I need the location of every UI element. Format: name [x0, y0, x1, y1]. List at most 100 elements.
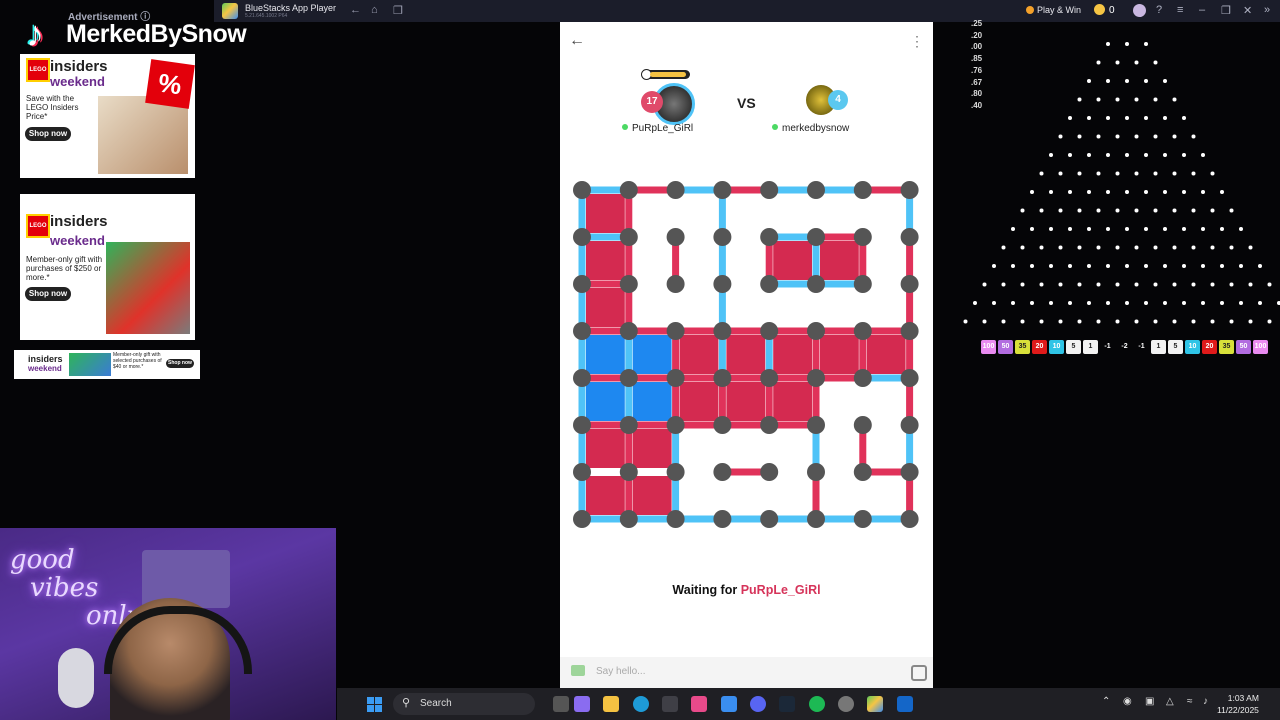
board-dot	[713, 369, 732, 387]
plinko-peg	[1172, 319, 1177, 324]
board-dot	[573, 275, 591, 293]
plinko-peg	[1163, 116, 1167, 120]
chat-input[interactable]: Say hello...	[596, 666, 645, 677]
store-icon[interactable]	[662, 696, 678, 712]
app-icon[interactable]	[721, 696, 737, 712]
board-dot	[807, 228, 825, 246]
help-icon[interactable]: ?	[1156, 4, 1162, 16]
dots-and-boxes-board[interactable]	[560, 172, 933, 552]
bluestacks-taskbar-icon[interactable]	[867, 696, 883, 712]
menu-icon[interactable]: ≡	[1177, 4, 1183, 16]
plinko-peg	[1229, 282, 1234, 287]
edge-browser-icon[interactable]	[633, 696, 649, 712]
board-dot	[666, 463, 685, 481]
spotify-icon[interactable]	[809, 696, 825, 712]
wifi-icon[interactable]: ≈	[1187, 696, 1193, 707]
board-dot	[573, 369, 591, 387]
play-win-label: Play & Win	[1037, 5, 1082, 15]
lego-ad-2[interactable]: LEGO insiders weekend Member-only gift w…	[20, 194, 195, 340]
task-view-icon[interactable]	[553, 696, 569, 712]
copilot-icon[interactable]	[574, 696, 590, 712]
plinko-peg	[1068, 227, 1072, 231]
plinko-peg	[1087, 79, 1091, 83]
shop-now-button[interactable]: Shop now	[166, 359, 194, 368]
recent-apps-icon[interactable]: ❐	[393, 4, 403, 17]
windows-start-icon[interactable]	[367, 697, 382, 712]
sticker-icon[interactable]	[911, 665, 927, 681]
expand-icon[interactable]: »	[1264, 4, 1270, 16]
plinko-peg	[992, 301, 996, 305]
plinko-peg	[1106, 227, 1110, 231]
minimize-icon[interactable]: –	[1199, 4, 1205, 16]
plinko-peg	[1182, 227, 1186, 231]
plinko-peg	[1153, 319, 1158, 324]
plinko-peg	[1087, 116, 1091, 120]
tray-icon[interactable]: ▣	[1145, 696, 1154, 707]
lego-ad-1[interactable]: LEGO insiders weekend Save with the LEGO…	[20, 54, 195, 178]
claimed-box	[773, 335, 812, 374]
player2-name: merkedbysnow	[772, 123, 849, 134]
plinko-peg	[1134, 282, 1139, 287]
obs-icon[interactable]	[838, 696, 854, 712]
discord-icon[interactable]	[750, 696, 766, 712]
plinko-peg	[1210, 245, 1215, 250]
webcam-feed: good vibes only	[0, 528, 336, 720]
board-dot	[760, 369, 779, 387]
board-dot	[573, 322, 591, 340]
claimed-box	[773, 382, 812, 421]
plinko-peg	[1210, 319, 1215, 324]
ad-brand: insiders	[50, 213, 108, 230]
online-status-icon	[772, 124, 778, 130]
board-dot	[760, 181, 779, 199]
plinko-peg	[1153, 245, 1158, 250]
claimed-box	[586, 241, 625, 280]
volume-icon[interactable]: ♪	[1203, 696, 1208, 707]
profile-avatar[interactable]	[1133, 4, 1146, 17]
board-dot	[713, 228, 732, 246]
plinko-peg	[1267, 282, 1272, 287]
plinko-peg	[1001, 282, 1006, 287]
plinko-slot: 35	[1015, 340, 1030, 354]
coins-counter[interactable]: 0	[1094, 4, 1115, 16]
tray-icon[interactable]: ◉	[1123, 696, 1132, 707]
claimed-box	[586, 382, 625, 421]
app-icon[interactable]	[897, 696, 913, 712]
capcut-icon[interactable]	[691, 696, 707, 712]
shop-now-button[interactable]: Shop now	[25, 127, 71, 141]
home-icon[interactable]: ⌂	[371, 4, 378, 16]
taskbar-search[interactable]: ⚲ Search	[393, 693, 535, 715]
shop-now-button[interactable]: Shop now	[25, 287, 71, 301]
back-arrow-icon[interactable]: ←	[569, 32, 585, 50]
plinko-peg	[1220, 301, 1224, 305]
steam-icon[interactable]	[779, 696, 795, 712]
plinko-peg	[1115, 171, 1120, 176]
plinko-peg	[1248, 319, 1253, 324]
claimed-box	[632, 382, 672, 421]
plinko-peg	[1077, 245, 1082, 250]
board-dot	[573, 416, 591, 434]
close-icon[interactable]: ✕	[1243, 4, 1252, 17]
tray-expand-icon[interactable]: ⌃	[1102, 696, 1110, 707]
plinko-peg	[1058, 208, 1063, 213]
lego-ad-3[interactable]: insiders weekend Member-only gift with s…	[14, 350, 200, 379]
plinko-peg	[1144, 264, 1148, 268]
plinko-peg	[1220, 190, 1224, 194]
plinko-slot: 10	[1185, 340, 1200, 354]
plinko-slot: 10	[1049, 340, 1064, 354]
plinko-peg	[1030, 301, 1034, 305]
plinko-peg	[1125, 153, 1129, 157]
taskbar-clock[interactable]: 1:03 AM 11/22/2025	[1217, 692, 1259, 716]
file-explorer-icon[interactable]	[603, 696, 619, 712]
plinko-peg	[1049, 301, 1053, 305]
ad-photo	[106, 242, 190, 334]
app-version: 5.21.645.1002 P64	[245, 13, 288, 19]
more-options-icon[interactable]: ⋮	[910, 33, 924, 50]
tray-icon[interactable]: △	[1166, 696, 1174, 707]
board-dot	[807, 181, 825, 199]
plinko-peg	[1201, 153, 1205, 157]
plinko-peg	[1201, 301, 1205, 305]
play-win-button[interactable]: Play & Win	[1026, 5, 1081, 15]
back-icon[interactable]: ←	[350, 4, 361, 16]
board-dot	[619, 510, 638, 528]
restore-icon[interactable]: ❐	[1221, 4, 1231, 17]
